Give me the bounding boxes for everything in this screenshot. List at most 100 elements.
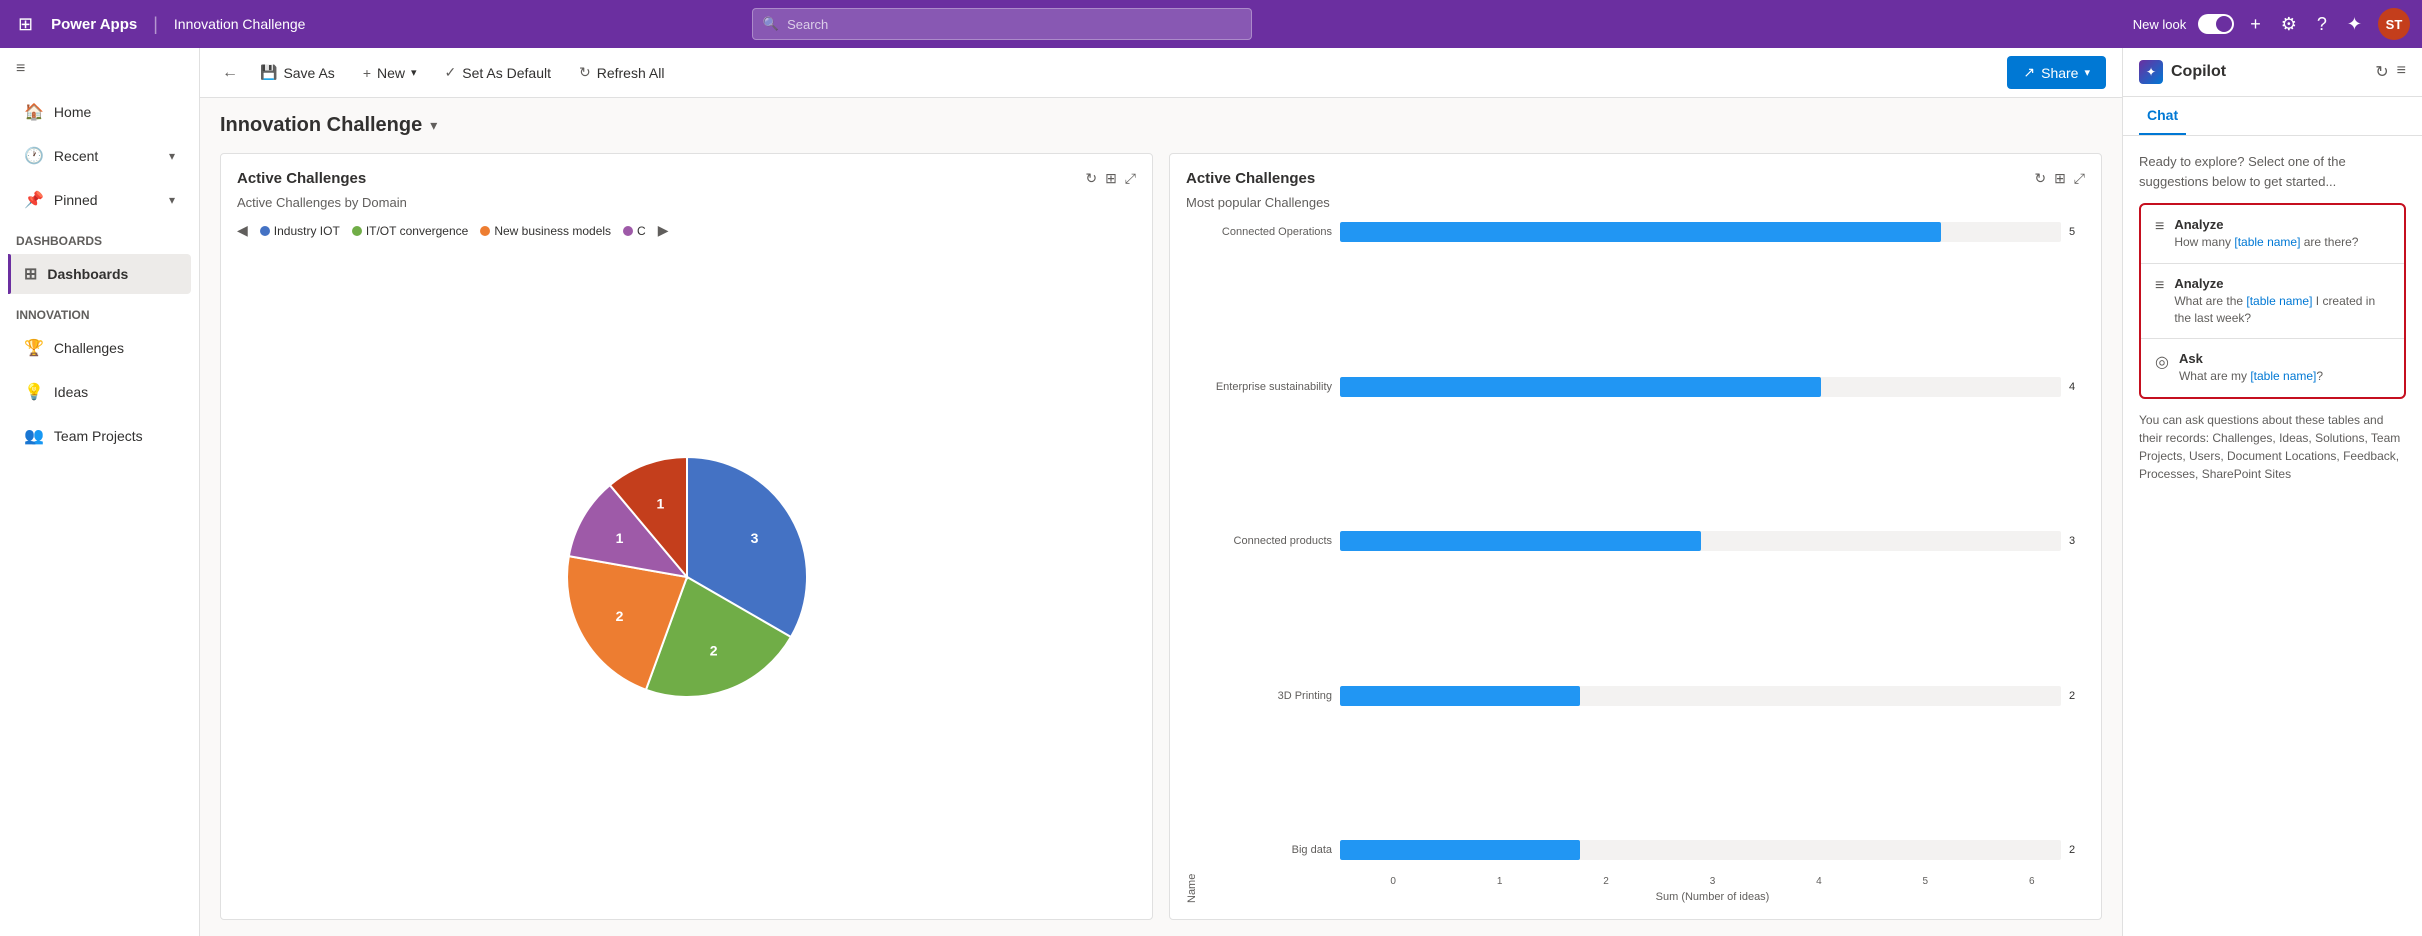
suggestion-prefix-1: What are the (2174, 294, 2246, 308)
legend-dot-0 (260, 226, 270, 236)
suggestion-body-2: What are my [table name]? (2179, 368, 2390, 385)
page-title-chevron-icon[interactable]: ▾ (430, 117, 437, 134)
top-navigation: ⊞ Power Apps | Innovation Challenge 🔍 Ne… (0, 0, 2422, 48)
bar-chart-container: Connected Operations 5 Enterprise sustai… (1202, 222, 2085, 868)
bar-fill-0 (1340, 222, 1941, 242)
bar-card-icons: ↻ ⊞ ⤢ (2034, 170, 2085, 187)
sidebar-item-label-challenges: Challenges (54, 340, 124, 356)
x-tick-6: 6 (1979, 876, 2085, 887)
share-button[interactable]: ↗ Share ▾ (2007, 56, 2106, 89)
back-button[interactable]: ← (216, 58, 244, 88)
pie-table-icon[interactable]: ⊞ (1105, 170, 1117, 187)
settings-icon[interactable]: ⚙ (2277, 10, 2301, 39)
legend-dot-2 (480, 226, 490, 236)
copilot-menu-icon[interactable]: ≡ (2397, 62, 2406, 82)
copilot-suggestion-0[interactable]: ≡ Analyze How many [table name] are ther… (2141, 205, 2404, 264)
bar-fill-4 (1340, 840, 1580, 860)
legend-dot-1 (352, 226, 362, 236)
bar-label-3: 3D Printing (1202, 690, 1332, 702)
sidebar-item-dashboards[interactable]: ⊞ Dashboards (8, 254, 191, 294)
save-as-button[interactable]: 💾 Save As (248, 56, 347, 89)
main-layout: ≡ 🏠 Home 🕐 Recent ▾ 📌 Pinned ▾ Dashboard… (0, 48, 2422, 936)
pie-refresh-icon[interactable]: ↻ (1085, 170, 1097, 187)
sidebar-item-label-recent: Recent (54, 148, 98, 164)
section-header-dashboards: Dashboards (0, 222, 199, 252)
bar-card-header: Active Challenges ↻ ⊞ ⤢ (1186, 170, 2085, 187)
active-challenges-pie-card: Active Challenges ↻ ⊞ ⤢ Active Challenge… (220, 153, 1153, 920)
copilot-panel: ✦ Copilot ↻ ≡ Chat Ready to explore? Sel… (2122, 48, 2422, 936)
search-box[interactable]: 🔍 (752, 8, 1252, 40)
bar-value-3: 2 (2069, 690, 2085, 702)
sidebar-item-recent[interactable]: 🕐 Recent ▾ (8, 136, 191, 176)
x-tick-3: 3 (1659, 876, 1765, 887)
copilot-tab-chat[interactable]: Chat (2139, 97, 2186, 135)
refresh-all-button[interactable]: ↻ Refresh All (567, 56, 676, 89)
sidebar-item-team-projects[interactable]: 👥 Team Projects (8, 416, 191, 456)
copilot-title-row: ✦ Copilot (2139, 60, 2226, 84)
suggestion-link-0[interactable]: [table name] (2234, 235, 2300, 249)
sidebar-item-ideas[interactable]: 💡 Ideas (8, 372, 191, 412)
bar-row-0: Connected Operations 5 (1202, 222, 2085, 242)
legend-item-3: C (623, 224, 646, 238)
new-look-toggle[interactable] (2198, 14, 2234, 34)
home-icon: 🏠 (24, 102, 44, 122)
help-icon[interactable]: ? (2313, 10, 2331, 39)
chevron-down-icon-2: ▾ (169, 193, 175, 207)
copilot-icon[interactable]: ✦ (2343, 10, 2366, 39)
waffle-icon[interactable]: ⊞ (12, 8, 39, 41)
bar-track-1 (1340, 377, 2061, 397)
bar-expand-icon[interactable]: ⤢ (2074, 170, 2085, 187)
sidebar-item-pinned[interactable]: 📌 Pinned ▾ (8, 180, 191, 220)
new-button[interactable]: + New ▾ (351, 57, 429, 89)
suggestion-suffix-2: ? (2316, 369, 2323, 383)
suggestion-link-2[interactable]: [table name] (2250, 369, 2316, 383)
copilot-suggestion-1[interactable]: ≡ Analyze What are the [table name] I cr… (2141, 264, 2404, 340)
bar-row-1: Enterprise sustainability 4 (1202, 377, 2085, 397)
sidebar-collapse-button[interactable]: ≡ (0, 48, 199, 90)
team-projects-icon: 👥 (24, 426, 44, 446)
copilot-intro-text: Ready to explore? Select one of the sugg… (2139, 152, 2406, 191)
legend-prev-icon[interactable]: ◀ (237, 222, 248, 239)
bar-fill-1 (1340, 377, 1821, 397)
bar-label-4: Big data (1202, 844, 1332, 856)
pie-expand-icon[interactable]: ⤢ (1125, 170, 1136, 187)
plus-icon[interactable]: + (2246, 10, 2265, 39)
bar-card-title: Active Challenges (1186, 170, 1315, 187)
app-name: Innovation Challenge (174, 16, 306, 32)
bar-label-0: Connected Operations (1202, 226, 1332, 238)
top-nav-right: New look + ⚙ ? ✦ ST (2133, 8, 2410, 40)
search-icon: 🔍 (763, 16, 779, 32)
bar-fill-3 (1340, 686, 1580, 706)
bar-x-axis-label: Sum (Number of ideas) (1202, 891, 2085, 903)
svg-text:1: 1 (656, 496, 664, 512)
x-tick-5: 5 (1872, 876, 1978, 887)
copilot-header-icons: ↻ ≡ (2375, 62, 2406, 82)
sidebar-item-label-team-projects: Team Projects (54, 428, 143, 444)
avatar[interactable]: ST (2378, 8, 2410, 40)
bar-label-1: Enterprise sustainability (1202, 381, 1332, 393)
copilot-footer-text: You can ask questions about these tables… (2139, 411, 2406, 483)
dashboard-cards: Active Challenges ↻ ⊞ ⤢ Active Challenge… (220, 153, 2102, 920)
brand-name: Power Apps (51, 16, 137, 33)
ideas-icon: 💡 (24, 382, 44, 402)
bar-refresh-icon[interactable]: ↻ (2034, 170, 2046, 187)
checkmark-icon: ✓ (445, 64, 457, 81)
suggestion-icon-2: ◎ (2155, 352, 2169, 372)
sidebar-item-home[interactable]: 🏠 Home (8, 92, 191, 132)
copilot-logo: ✦ (2139, 60, 2163, 84)
save-as-icon: 💾 (260, 64, 277, 81)
svg-text:3: 3 (750, 530, 758, 546)
legend-next-icon[interactable]: ▶ (658, 222, 669, 239)
copilot-body: Ready to explore? Select one of the sugg… (2123, 136, 2422, 936)
sidebar-item-challenges[interactable]: 🏆 Challenges (8, 328, 191, 368)
dashboards-icon: ⊞ (24, 264, 37, 284)
set-default-button[interactable]: ✓ Set As Default (433, 56, 563, 89)
pie-chart: 32211 (547, 437, 827, 717)
suggestion-link-1[interactable]: [table name] (2246, 294, 2312, 308)
copilot-suggestion-2[interactable]: ◎ Ask What are my [table name]? (2141, 339, 2404, 397)
bar-table-icon[interactable]: ⊞ (2054, 170, 2066, 187)
copilot-refresh-icon[interactable]: ↻ (2375, 62, 2388, 82)
sidebar-item-label-ideas: Ideas (54, 384, 88, 400)
page-content: Innovation Challenge ▾ Active Challenges… (200, 98, 2122, 936)
search-input[interactable] (787, 17, 1241, 32)
